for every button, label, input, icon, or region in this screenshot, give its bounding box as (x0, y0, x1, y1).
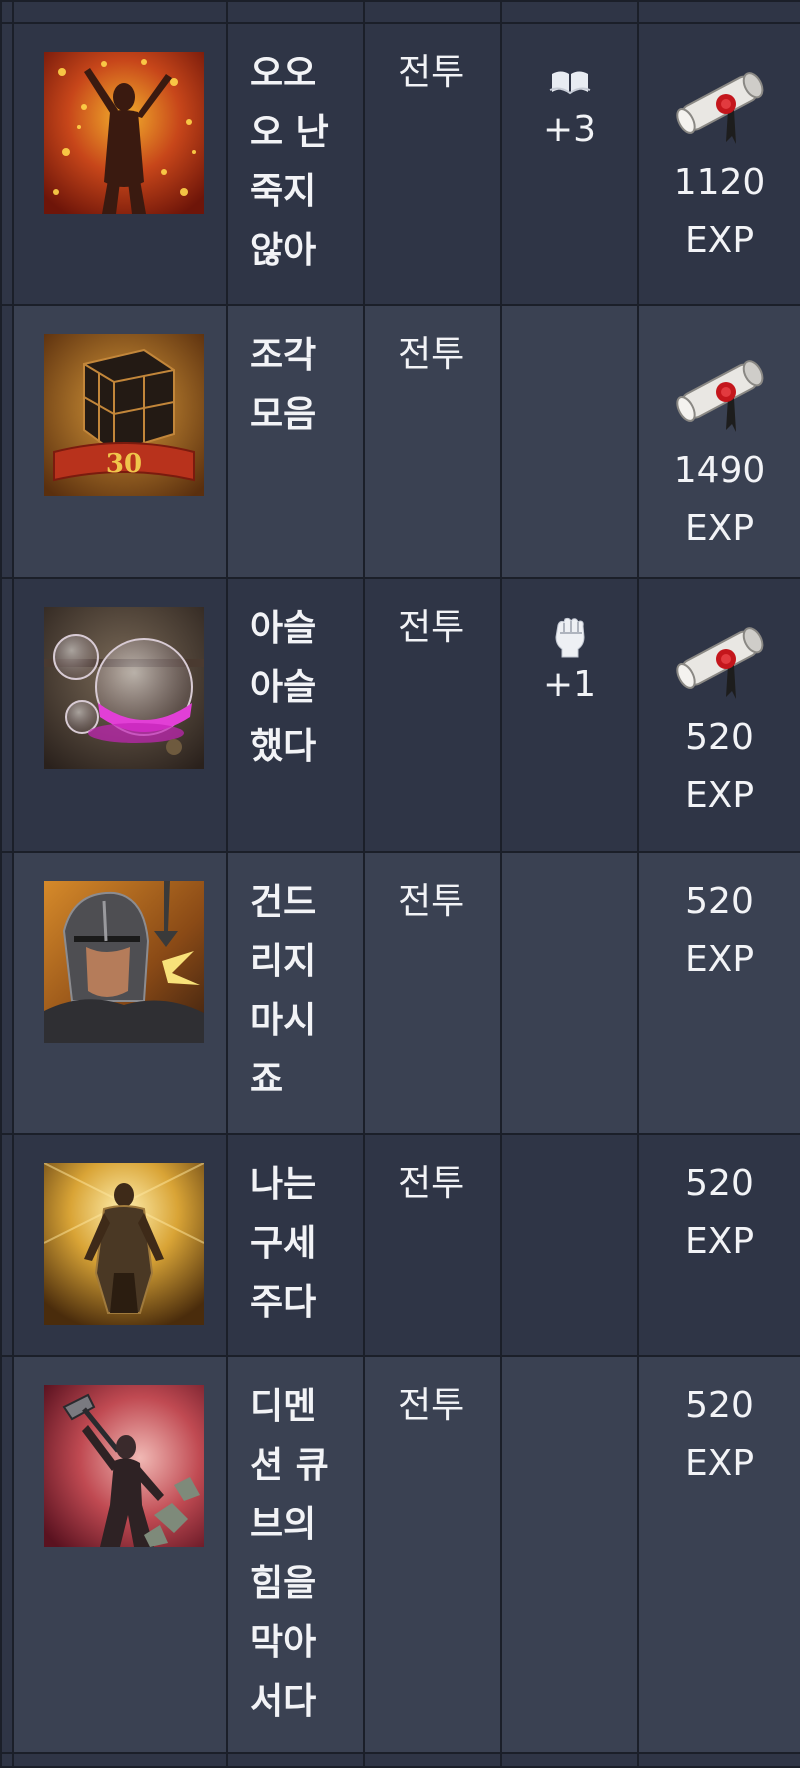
achievement-image (44, 1385, 204, 1547)
bonus-value: +1 (542, 664, 597, 705)
reward-unit: EXP (684, 1221, 755, 1262)
table-row: 30 조각 모음 전투 1490 EXP (0, 304, 800, 579)
achievement-type: 전투 (398, 607, 465, 648)
achievement-type: 전투 (398, 334, 465, 375)
reward-unit: EXP (684, 1443, 755, 1484)
scroll-icon (675, 360, 763, 432)
achievement-name: 오오 오 난 죽지 않아 (250, 53, 329, 271)
achievement-image (44, 607, 204, 769)
achievement-type-cell: 전투 (363, 577, 502, 853)
achievement-name-cell: 나는 구세 주다 (226, 1133, 365, 1357)
achievement-name: 아슬 아슬 했다 (250, 608, 317, 767)
table-row: 건드 리지 마시 죠 전투 520 EXP (0, 851, 800, 1135)
table-row: 아슬 아슬 했다 전투 +1 520 EXP (0, 577, 800, 853)
achievement-table: 오오 오 난 죽지 않아 전투 +3 1120 EXP 30 조각 모음 전투 … (0, 0, 800, 1768)
bonus-value: +3 (542, 109, 597, 150)
reward-cell: 520 EXP (637, 1133, 800, 1357)
achievement-image-cell: 30 (12, 304, 228, 579)
svg-text:30: 30 (106, 449, 142, 479)
achievement-image-cell (12, 851, 228, 1135)
scroll-icon (675, 72, 763, 144)
achievement-image-cell (12, 577, 228, 853)
achievement-image-cell (12, 22, 228, 306)
reward-amount: 520 (685, 1385, 754, 1426)
achievement-name-cell: 디멘 션 큐 브의 힘을 막아 서다 (226, 1355, 365, 1754)
achievement-image (44, 52, 204, 214)
achievement-type: 전투 (398, 1385, 465, 1426)
reward-unit: EXP (684, 508, 755, 549)
reward-amount: 1120 (673, 162, 766, 203)
table-row: 디멘 션 큐 브의 힘을 막아 서다 전투 520 EXP (0, 1355, 800, 1754)
achievement-image-cell (12, 1355, 228, 1754)
fist-icon (554, 617, 585, 658)
achievement-name: 건드 리지 마시 죠 (250, 882, 317, 1100)
bonus-cell (500, 304, 639, 579)
achievement-name-cell: 건드 리지 마시 죠 (226, 851, 365, 1135)
bonus-cell (500, 851, 639, 1135)
bonus-cell: +1 (500, 577, 639, 853)
reward-amount: 520 (685, 881, 754, 922)
achievement-type: 전투 (398, 1163, 465, 1204)
achievement-name: 나는 구세 주다 (250, 1164, 317, 1323)
table-row: 오오 오 난 죽지 않아 전투 +3 1120 EXP (0, 22, 800, 306)
achievement-image (44, 1163, 204, 1325)
table-row: 나는 구세 주다 전투 520 EXP (0, 1133, 800, 1357)
achievement-name: 디멘 션 큐 브의 힘을 막아 서다 (250, 1386, 329, 1722)
reward-cell: 1120 EXP (637, 22, 800, 306)
reward-unit: EXP (684, 939, 755, 980)
achievement-type-cell: 전투 (363, 304, 502, 579)
achievement-type-cell: 전투 (363, 851, 502, 1135)
achievement-name-cell: 오오 오 난 죽지 않아 (226, 22, 365, 306)
achievement-type: 전투 (398, 52, 465, 93)
reward-unit: EXP (684, 220, 755, 261)
achievement-image: 30 (44, 334, 204, 496)
reward-amount: 520 (685, 717, 754, 758)
achievement-name-cell: 조각 모음 (226, 304, 365, 579)
reward-cell: 520 EXP (637, 851, 800, 1135)
reward-unit: EXP (684, 775, 755, 816)
bonus-cell: +3 (500, 22, 639, 306)
achievement-image (44, 881, 204, 1043)
reward-cell: 520 EXP (637, 1355, 800, 1754)
achievement-name-cell: 아슬 아슬 했다 (226, 577, 365, 853)
scroll-icon (675, 627, 763, 699)
reward-cell: 1490 EXP (637, 304, 800, 579)
achievement-type-cell: 전투 (363, 1133, 502, 1357)
table-row-partial (0, 1752, 800, 1768)
achievement-type-cell: 전투 (363, 1355, 502, 1754)
table-row-partial (0, 0, 800, 24)
book-icon (549, 71, 590, 95)
achievement-image-cell (12, 1133, 228, 1357)
achievement-type: 전투 (398, 881, 465, 922)
achievement-name: 조각 모음 (250, 335, 317, 435)
reward-amount: 520 (685, 1163, 754, 1204)
bonus-cell (500, 1355, 639, 1754)
achievement-type-cell: 전투 (363, 22, 502, 306)
reward-cell: 520 EXP (637, 577, 800, 853)
reward-amount: 1490 (673, 450, 766, 491)
bonus-cell (500, 1133, 639, 1357)
